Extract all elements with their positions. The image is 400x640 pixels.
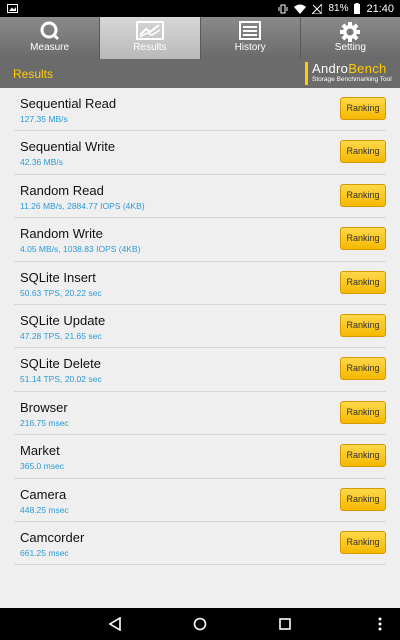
results-header: Results AndroBench Storage Benchmarking …: [0, 59, 400, 88]
list-item-sequential-read: Sequential Read 127.35 MB/s Ranking: [14, 88, 386, 132]
list-item-sequential-write: Sequential Write 42.36 MB/s Ranking: [14, 131, 386, 175]
result-value: 47.28 TPS, 21.65 sec: [20, 330, 102, 341]
tab-history[interactable]: History: [201, 17, 301, 59]
result-value: 51.14 TPS, 20.02 sec: [20, 374, 102, 385]
clock: 21:40: [366, 2, 394, 15]
ranking-button[interactable]: Ranking: [340, 530, 386, 554]
navigation-bar: [0, 608, 400, 640]
logo-name-andro: Andro: [312, 61, 349, 76]
tab-label: Measure: [30, 42, 70, 53]
list-item-camera: Camera 448.25 msec Ranking: [14, 479, 386, 522]
ranking-button[interactable]: Ranking: [340, 313, 386, 337]
androbench-logo: AndroBench Storage Benchmarking Tool: [305, 62, 395, 85]
result-title: Camera: [20, 486, 67, 502]
result-value: 50.63 TPS, 20.22 sec: [20, 287, 102, 298]
ranking-button[interactable]: Ranking: [340, 183, 386, 207]
result-title: Camcorder: [20, 529, 85, 545]
status-bar: 81% 21:40: [0, 0, 400, 17]
result-value: 4.05 MB/s, 1038.83 IOPS (4KB): [20, 244, 141, 255]
tab-label: History: [234, 42, 266, 53]
page-title: Results: [13, 67, 54, 81]
gear-icon: [340, 22, 361, 42]
battery-icon: [354, 3, 361, 14]
list-item-market: Market 365.0 msec Ranking: [14, 435, 386, 479]
ranking-button[interactable]: Ranking: [340, 270, 386, 294]
vibrate-icon: [278, 4, 288, 13]
list-item-random-read: Random Read 11.26 MB/s, 2884.77 IOPS (4K…: [14, 175, 386, 219]
ranking-button[interactable]: Ranking: [340, 227, 386, 251]
result-title: Random Read: [20, 182, 104, 198]
result-title: Random Write: [20, 226, 103, 242]
tab-measure[interactable]: Measure: [0, 17, 101, 59]
result-value: 127.35 MB/s: [20, 114, 68, 124]
tab-setting[interactable]: Setting: [301, 17, 400, 59]
recents-icon[interactable]: [279, 617, 291, 631]
logo-tagline: Storage Benchmarking Tool: [312, 76, 392, 83]
list-item-camcorder: Camcorder 661.25 msec Ranking: [14, 522, 386, 566]
list-icon: [239, 21, 262, 40]
battery-percent: 81%: [328, 3, 349, 14]
result-value: 448.25 msec: [20, 504, 69, 515]
list-item-random-write: Random Write 4.05 MB/s, 1038.83 IOPS (4K…: [14, 218, 386, 262]
ranking-button[interactable]: Ranking: [340, 97, 386, 120]
result-title: Market: [20, 443, 60, 459]
logo-name-bench: Bench: [348, 61, 387, 76]
results-list: Sequential Read 127.35 MB/s Ranking Sequ…: [14, 88, 386, 566]
magnifier-icon: [40, 21, 59, 41]
tab-label: Results: [133, 42, 167, 53]
ranking-button[interactable]: Ranking: [340, 140, 386, 164]
result-title: Sequential Read: [20, 96, 117, 111]
wifi-icon: [294, 4, 307, 14]
result-title: SQLite Delete: [20, 356, 101, 372]
ranking-button[interactable]: Ranking: [340, 444, 386, 468]
ranking-button[interactable]: Ranking: [340, 400, 386, 424]
result-title: Sequential Write: [20, 139, 116, 155]
result-title: SQLite Insert: [20, 269, 96, 285]
tab-bar: Measure Results History Setting: [0, 17, 400, 59]
photo-notification-icon: [7, 4, 18, 13]
result-value: 661.25 msec: [20, 547, 69, 558]
no-signal-icon: [312, 3, 323, 14]
result-value: 365.0 msec: [20, 461, 64, 472]
result-value: 11.26 MB/s, 2884.77 IOPS (4KB): [20, 200, 145, 211]
ranking-button[interactable]: Ranking: [340, 357, 386, 381]
tab-results[interactable]: Results: [100, 17, 201, 59]
chart-icon: [135, 21, 164, 40]
list-item-sqlite-update: SQLite Update 47.28 TPS, 21.65 sec Ranki…: [14, 305, 386, 349]
result-value: 42.36 MB/s: [20, 157, 63, 168]
home-icon[interactable]: [193, 617, 207, 631]
ranking-button[interactable]: Ranking: [340, 487, 386, 511]
list-item-sqlite-delete: SQLite Delete 51.14 TPS, 20.02 sec Ranki…: [14, 348, 386, 392]
result-title: SQLite Update: [20, 312, 106, 328]
back-icon[interactable]: [109, 617, 121, 631]
result-value: 216.75 msec: [20, 417, 69, 428]
result-title: Browser: [20, 399, 68, 415]
overflow-menu-icon[interactable]: [378, 617, 382, 631]
list-item-browser: Browser 216.75 msec Ranking: [14, 392, 386, 436]
tab-label: Setting: [334, 42, 366, 53]
list-item-sqlite-insert: SQLite Insert 50.63 TPS, 20.22 sec Ranki…: [14, 262, 386, 305]
